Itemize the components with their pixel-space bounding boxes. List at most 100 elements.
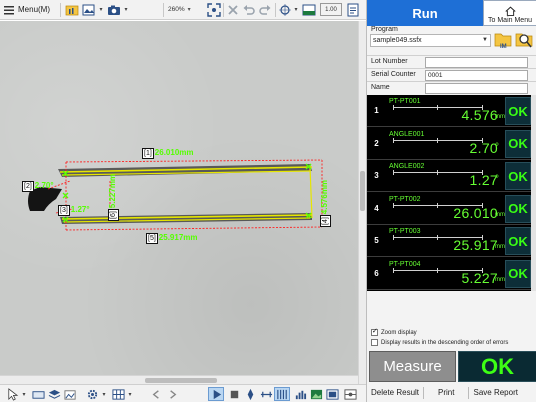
menu-button[interactable]: Menu(M) <box>2 2 58 17</box>
result-name: ANGLE002 <box>389 163 425 170</box>
measure-value: 25.917mm <box>158 233 198 242</box>
cursor-icon <box>7 387 18 401</box>
tolerance-tick <box>437 267 438 273</box>
name-label: Name <box>371 84 390 91</box>
chevron-down-icon[interactable]: ▾ <box>293 2 299 17</box>
capture-button[interactable] <box>106 2 122 17</box>
histogram-button[interactable] <box>292 387 308 401</box>
result-unit: mm <box>495 276 505 283</box>
calibration-button[interactable] <box>342 387 358 401</box>
search-program-button[interactable] <box>515 28 533 50</box>
edge-detect-button[interactable] <box>274 387 290 401</box>
result-row[interactable]: 5 PT-PT003 25.917 mm OK <box>367 225 531 257</box>
stop-icon <box>230 390 238 398</box>
nav-prev-button[interactable] <box>148 387 164 401</box>
zoom-select[interactable]: 260% ▾ <box>168 2 204 17</box>
measure-value: 4.576mm <box>320 179 329 215</box>
name-input[interactable] <box>425 83 528 94</box>
brightness-icon <box>302 4 316 15</box>
image-button[interactable] <box>308 387 324 401</box>
marker-5 <box>62 192 69 199</box>
measure-tool-button[interactable] <box>258 387 274 401</box>
lot-number-row: Lot Number <box>367 55 536 68</box>
undo-button[interactable] <box>241 2 256 17</box>
settings-button[interactable] <box>84 387 100 401</box>
measure-label-4[interactable]: [4]4.576mm <box>320 180 331 227</box>
delete-button[interactable] <box>225 2 240 17</box>
shape-tool-button[interactable] <box>278 2 293 17</box>
chevron-down-icon[interactable]: ▾ <box>126 387 134 401</box>
measure-label-1[interactable]: [1] 26.010mm <box>142 148 194 159</box>
chevron-down-icon[interactable]: ▾ <box>98 2 104 17</box>
save-image-button[interactable] <box>81 2 97 17</box>
redo-icon <box>258 4 270 15</box>
select-tool-button[interactable] <box>4 387 20 401</box>
zoom-value: 260% <box>168 6 185 13</box>
measure-label-6[interactable]: [6]5.227mm <box>108 174 119 221</box>
save-report-button[interactable]: Save Report <box>469 387 521 399</box>
ratio-display[interactable]: 1.00 <box>320 3 342 16</box>
tolerance-tick <box>437 202 438 208</box>
zoom-display-option[interactable]: Zoom display <box>371 327 417 336</box>
result-status: OK <box>505 162 531 190</box>
undo-icon <box>243 4 255 15</box>
brightness-button[interactable] <box>301 2 317 17</box>
report-button[interactable] <box>345 2 361 17</box>
result-status: OK <box>505 227 531 255</box>
measure-label-2[interactable]: [2] 2.70° <box>22 181 54 192</box>
display-options-button[interactable] <box>110 387 126 401</box>
stop-button[interactable] <box>226 387 242 401</box>
descending-errors-checkbox[interactable] <box>371 339 378 346</box>
result-row[interactable]: 2 ANGLE001 2.70 ° OK <box>367 128 531 160</box>
to-main-menu-button[interactable]: To Main Menu <box>483 0 536 26</box>
print-button[interactable]: Print <box>424 387 470 399</box>
horizontal-scrollbar[interactable] <box>0 375 358 384</box>
measure-value: 2.70° <box>34 181 54 190</box>
redo-button[interactable] <box>257 2 272 17</box>
tolerance-tick <box>393 202 394 208</box>
measure-label-5[interactable]: [5] 25.917mm <box>146 233 198 244</box>
live-view-button[interactable] <box>208 387 224 401</box>
fit-view-button[interactable] <box>206 2 221 17</box>
scrollbar-thumb[interactable] <box>145 378 217 383</box>
vertical-scrollbar[interactable] <box>358 21 366 384</box>
layers-button[interactable] <box>46 387 62 401</box>
edit-image-button[interactable] <box>62 387 78 401</box>
layers-icon <box>48 389 60 399</box>
tolerance-tick <box>393 137 394 143</box>
measure-index: [5] <box>146 233 158 244</box>
run-tab[interactable]: Run <box>367 0 483 26</box>
chevron-down-icon[interactable]: ▾ <box>20 387 28 401</box>
chevron-down-icon[interactable]: ▾ <box>123 2 129 17</box>
result-row[interactable]: 1 PT-PT001 4.576 mm OK <box>367 95 531 127</box>
open-file-button[interactable] <box>64 2 80 17</box>
results-scrollbar[interactable] <box>531 95 536 291</box>
result-status: OK <box>505 259 531 288</box>
folder-icon: IM <box>494 33 512 50</box>
measurement-image-view[interactable]: [1] 26.010mm [2] 2.70° [3] 1.27° [4]4.576mm… <box>0 21 358 375</box>
result-row[interactable]: 6 PT-PT004 5.227 mm OK <box>367 258 531 290</box>
result-row[interactable]: 3 ANGLE002 1.27 ° OK <box>367 160 531 192</box>
open-program-button[interactable]: IM <box>494 28 512 50</box>
tolerance-tick <box>393 235 394 240</box>
program-select[interactable]: sample049.ssfx ▼ <box>370 34 491 47</box>
delete-result-button[interactable]: Delete Result <box>367 387 425 399</box>
overall-result: OK <box>458 351 536 382</box>
image-save-icon <box>82 4 95 15</box>
descending-errors-option[interactable]: Display results in the descending order … <box>371 339 508 346</box>
lot-number-input[interactable] <box>425 57 528 68</box>
nav-next-button[interactable] <box>164 387 180 401</box>
auto-focus-button[interactable] <box>242 387 258 401</box>
scrollbar-thumb[interactable] <box>360 171 365 211</box>
toolbar-divider <box>163 3 164 17</box>
zoom-display-checkbox[interactable] <box>371 327 378 336</box>
measure-value: 1.27° <box>70 205 90 214</box>
measure-button[interactable]: Measure <box>369 351 456 382</box>
result-row[interactable]: 4 PT-PT002 26.010 mm OK <box>367 193 531 225</box>
measure-label-3[interactable]: [3] 1.27° <box>58 205 90 216</box>
to-main-menu-label: To Main Menu <box>488 17 532 24</box>
chevron-down-icon[interactable]: ▾ <box>100 387 108 401</box>
overlay-button[interactable] <box>324 387 340 401</box>
rectangle-tool-button[interactable] <box>30 387 46 401</box>
serial-counter-input[interactable]: 0001 <box>425 70 528 81</box>
